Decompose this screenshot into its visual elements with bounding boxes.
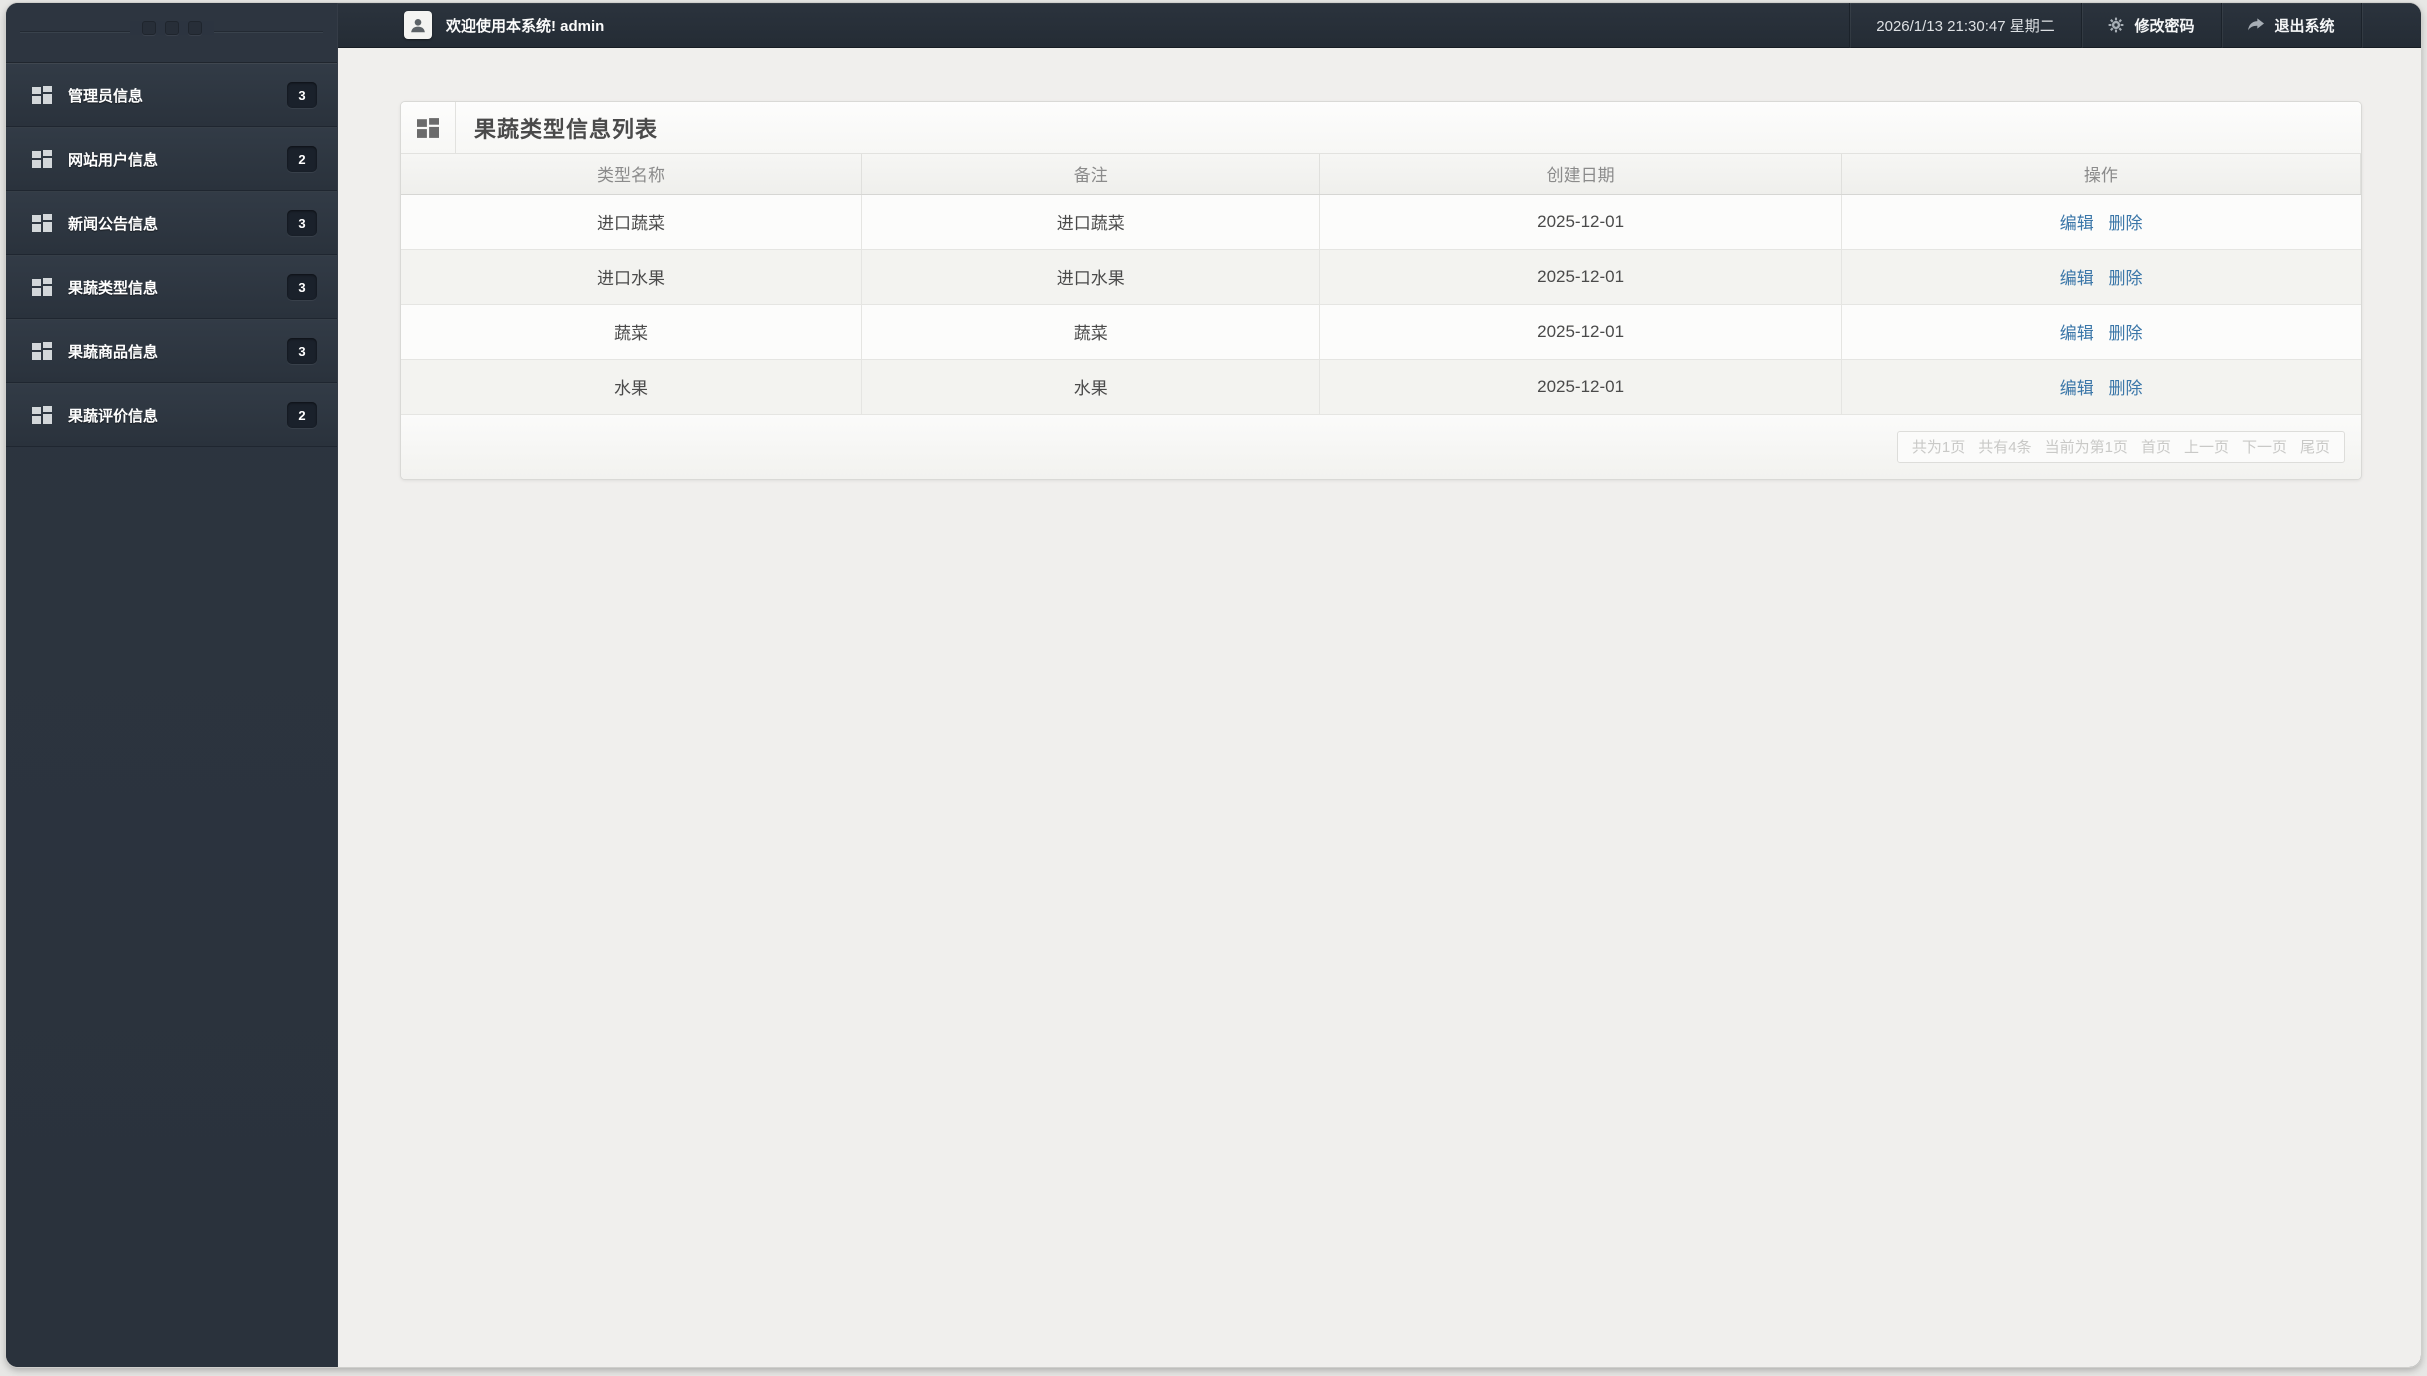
table-row: 进口水果 进口水果 2025-12-01 编辑 删除 xyxy=(401,249,2361,305)
table-row: 水果 水果 2025-12-01 编辑 删除 xyxy=(401,359,2361,415)
pagination-total-pages: 共为1页 xyxy=(1911,439,1966,456)
column-header: 备注 xyxy=(861,154,1321,195)
cell-create-date: 2025-12-01 xyxy=(1319,359,1842,415)
delete-link[interactable]: 删除 xyxy=(2108,269,2142,288)
edit-link[interactable]: 编辑 xyxy=(2060,214,2094,233)
list-panel: 果蔬类型信息列表 类型名称 备注 创建日期 操作 进口蔬菜 进口蔬菜 2025-… xyxy=(400,101,2362,480)
cell-type-name: 水果 xyxy=(401,359,862,415)
gear-icon xyxy=(2108,17,2124,33)
datetime-text: 2026/1/13 21:30:47 星期二 xyxy=(1849,3,2081,48)
edit-link[interactable]: 编辑 xyxy=(2060,379,2094,398)
column-header: 操作 xyxy=(1841,154,2361,195)
sidebar-item-badge: 3 xyxy=(287,82,317,108)
panel-header: 果蔬类型信息列表 xyxy=(401,101,2361,154)
content-area: 果蔬类型信息列表 类型名称 备注 创建日期 操作 进口蔬菜 进口蔬菜 2025-… xyxy=(338,48,2421,1367)
sidebar-item-label: 果蔬商品信息 xyxy=(68,343,159,361)
grid-icon xyxy=(32,342,52,360)
sidebar-item-label: 网站用户信息 xyxy=(68,151,159,169)
change-password-button[interactable]: 修改密码 xyxy=(2081,3,2221,48)
pagination-next-link[interactable]: 下一页 xyxy=(2242,436,2287,457)
table-row: 蔬菜 蔬菜 2025-12-01 编辑 删除 xyxy=(401,304,2361,360)
pagination: 共为1页 共有4条 当前为第1页 首页 上一页 下一页 尾页 xyxy=(1896,430,2345,463)
cell-actions: 编辑 删除 xyxy=(1841,194,2361,250)
grid-icon xyxy=(32,214,52,232)
sidebar-item[interactable]: 果蔬商品信息 3 xyxy=(6,319,337,383)
delete-link[interactable]: 删除 xyxy=(2108,214,2142,233)
sidebar-item-label: 管理员信息 xyxy=(68,87,144,105)
table-header-row: 类型名称 备注 创建日期 操作 xyxy=(401,154,2361,195)
cell-create-date: 2025-12-01 xyxy=(1319,304,1842,360)
cell-actions: 编辑 删除 xyxy=(1841,249,2361,305)
panel-footer: 共为1页 共有4条 当前为第1页 首页 上一页 下一页 尾页 xyxy=(401,414,2361,479)
grid-icon xyxy=(32,278,52,296)
types-table: 类型名称 备注 创建日期 操作 进口蔬菜 进口蔬菜 2025-12-01 编辑 … xyxy=(401,154,2361,415)
sidebar-item[interactable]: 管理员信息 3 xyxy=(6,63,337,127)
column-header: 类型名称 xyxy=(401,154,862,195)
cell-note: 进口蔬菜 xyxy=(861,194,1321,250)
panel-title: 果蔬类型信息列表 xyxy=(474,116,659,142)
sidebar-item[interactable]: 网站用户信息 2 xyxy=(6,127,337,191)
user-avatar-icon xyxy=(404,11,432,39)
sidebar-item-badge: 2 xyxy=(287,146,317,172)
cell-type-name: 进口蔬菜 xyxy=(401,194,862,250)
pagination-current-page: 当前为第1页 xyxy=(2044,439,2128,456)
cell-actions: 编辑 删除 xyxy=(1841,359,2361,415)
sidebar-item[interactable]: 果蔬评价信息 2 xyxy=(6,383,337,447)
logout-button[interactable]: 退出系统 xyxy=(2221,3,2361,48)
cell-note: 水果 xyxy=(861,359,1321,415)
grid-icon xyxy=(32,406,52,424)
sidebar-logo xyxy=(6,3,337,63)
sidebar-item-badge: 3 xyxy=(287,338,317,364)
cell-note: 进口水果 xyxy=(861,249,1321,305)
pagination-first-link[interactable]: 首页 xyxy=(2141,436,2171,457)
cell-actions: 编辑 删除 xyxy=(1841,304,2361,360)
curved-arrow-right-icon xyxy=(2248,17,2265,33)
sidebar-item-badge: 2 xyxy=(287,402,317,428)
pagination-last-link[interactable]: 尾页 xyxy=(2300,436,2330,457)
sidebar-item-badge: 3 xyxy=(287,210,317,236)
table-row: 进口蔬菜 进口蔬菜 2025-12-01 编辑 删除 xyxy=(401,194,2361,250)
logo-squares-icon xyxy=(129,21,214,35)
topbar: 欢迎使用本系统! admin 2026/1/13 21:30:47 星期二 修改… xyxy=(338,3,2421,48)
cell-create-date: 2025-12-01 xyxy=(1319,249,1842,305)
edit-link[interactable]: 编辑 xyxy=(2060,269,2094,288)
grid-icon xyxy=(32,86,52,104)
logout-label: 退出系统 xyxy=(2274,17,2335,35)
main-area: 欢迎使用本系统! admin 2026/1/13 21:30:47 星期二 修改… xyxy=(338,3,2421,1367)
delete-link[interactable]: 删除 xyxy=(2108,379,2142,398)
panel-grid-icon xyxy=(401,101,456,154)
sidebar-item-badge: 3 xyxy=(287,274,317,300)
grid-icon xyxy=(32,150,52,168)
cell-create-date: 2025-12-01 xyxy=(1319,194,1842,250)
sidebar-item-label: 果蔬评价信息 xyxy=(68,407,159,425)
cell-type-name: 进口水果 xyxy=(401,249,862,305)
delete-link[interactable]: 删除 xyxy=(2108,324,2142,343)
edit-link[interactable]: 编辑 xyxy=(2060,324,2094,343)
cell-note: 蔬菜 xyxy=(861,304,1321,360)
change-password-label: 修改密码 xyxy=(2134,17,2195,35)
cell-type-name: 蔬菜 xyxy=(401,304,862,360)
app-window: 管理员信息 3 网站用户信息 2 新闻公告信息 3 果蔬类型信息 3 果蔬商品信… xyxy=(6,3,2421,1367)
sidebar-menu: 管理员信息 3 网站用户信息 2 新闻公告信息 3 果蔬类型信息 3 果蔬商品信… xyxy=(6,63,337,447)
column-header: 创建日期 xyxy=(1319,154,1842,195)
sidebar-item[interactable]: 新闻公告信息 3 xyxy=(6,191,337,255)
sidebar-item[interactable]: 果蔬类型信息 3 xyxy=(6,255,337,319)
sidebar: 管理员信息 3 网站用户信息 2 新闻公告信息 3 果蔬类型信息 3 果蔬商品信… xyxy=(6,3,338,1367)
pagination-prev-link[interactable]: 上一页 xyxy=(2184,436,2229,457)
welcome-text: 欢迎使用本系统! admin xyxy=(446,17,605,35)
sidebar-item-label: 果蔬类型信息 xyxy=(68,279,159,297)
sidebar-item-label: 新闻公告信息 xyxy=(68,215,159,233)
topbar-end-cap xyxy=(2361,3,2421,48)
pagination-total-items: 共有4条 xyxy=(1978,439,2032,456)
